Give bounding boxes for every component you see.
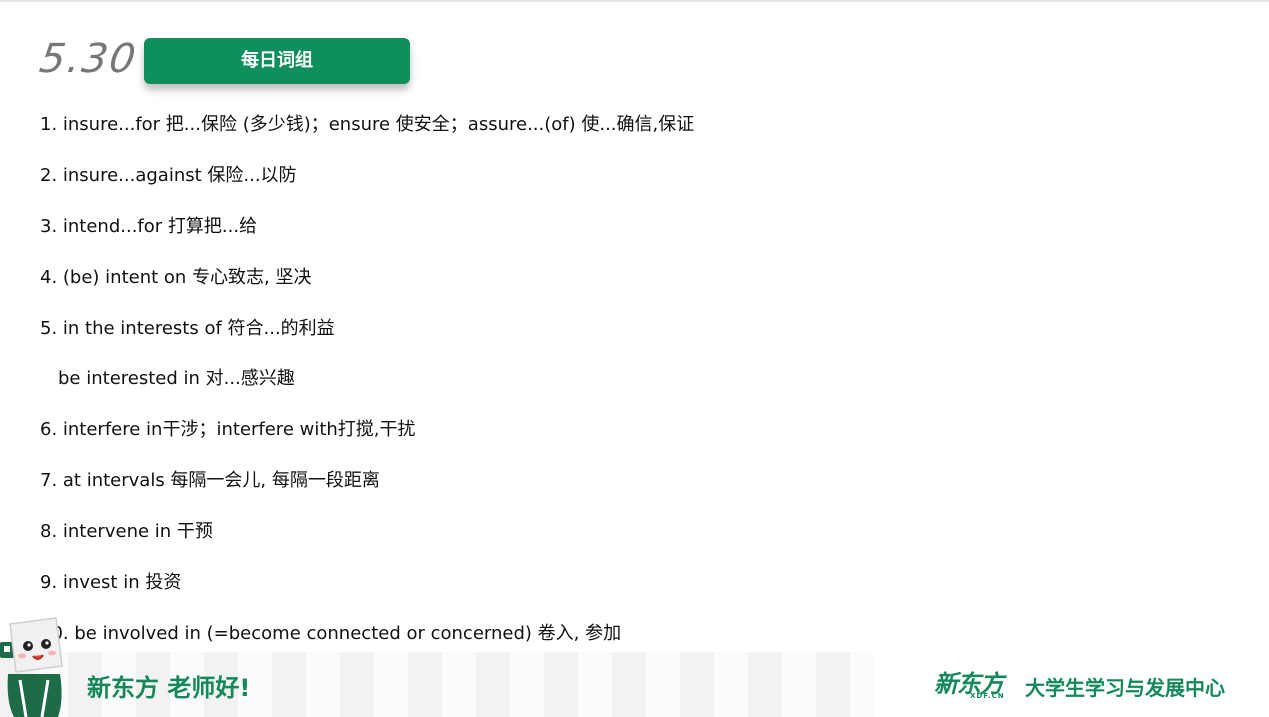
- top-divider: [0, 0, 1269, 2]
- list-item: 1. insure...for 把...保险 (多少钱)；ensure 使安全；…: [40, 114, 695, 135]
- brand-logo-sub: XDF.CN: [970, 692, 1005, 700]
- footer-slogan: 新东方 老师好!: [87, 674, 251, 702]
- date-label: 5.30: [36, 36, 141, 82]
- list-item: 2. insure...against 保险...以防: [40, 164, 297, 186]
- title-badge: 每日词组: [144, 38, 410, 84]
- list-item: 4. (be) intent on 专心致志, 坚决: [40, 266, 312, 288]
- list-item: 5. in the interests of 符合...的利益: [40, 317, 335, 339]
- list-item: 8. intervene in 干预: [40, 521, 213, 543]
- list-item: be interested in 对...感兴趣: [58, 368, 295, 390]
- list-item: 6. interfere in干涉；interfere with打搅,干扰: [40, 419, 416, 441]
- list-item: 9. invest in 投资: [40, 572, 182, 594]
- footer-banner: 新东方 老师好! 新东方 XDF.CN 大学生学习与发展中心: [0, 652, 1269, 717]
- mascot-icon: [0, 617, 63, 717]
- phrase-list: 1. insure...for 把...保险 (多少钱)；ensure 使安全；…: [40, 108, 1140, 668]
- center-name: 大学生学习与发展中心: [1025, 676, 1225, 700]
- list-item: 3. intend...for 打算把...给: [40, 215, 258, 237]
- list-item: 7. at intervals 每隔一会儿, 每隔一段距离: [40, 470, 380, 492]
